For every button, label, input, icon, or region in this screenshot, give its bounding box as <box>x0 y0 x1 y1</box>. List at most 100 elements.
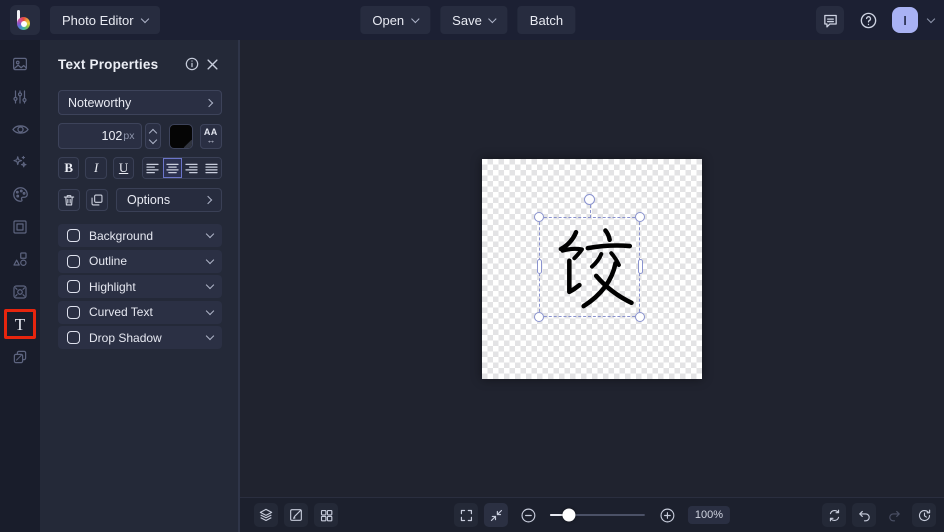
sidebar-item-graphics[interactable] <box>4 244 36 274</box>
grid-view-button[interactable] <box>314 503 338 527</box>
question-mark-icon <box>860 12 876 28</box>
plus-circle-icon <box>659 508 674 522</box>
align-center-button[interactable] <box>162 158 183 178</box>
history-button[interactable] <box>912 503 936 527</box>
checkbox-icon[interactable] <box>67 305 80 319</box>
rotation-handle[interactable] <box>584 193 595 205</box>
app-menu-button[interactable]: Photo Editor <box>50 6 160 34</box>
frames-icon <box>13 219 27 234</box>
resize-handle-right[interactable] <box>637 258 643 274</box>
chevron-down-icon <box>205 255 215 264</box>
toggle-background[interactable]: Background <box>58 224 222 247</box>
sidebar-item-layers[interactable] <box>4 342 36 372</box>
grid-icon <box>320 509 332 521</box>
befunky-logo[interactable] <box>10 5 40 35</box>
save-button[interactable]: Save <box>440 6 508 34</box>
format-row: B I U <box>58 157 222 179</box>
undo-button[interactable] <box>852 503 876 527</box>
align-right-button[interactable] <box>182 158 202 178</box>
touchup-eye-icon <box>11 124 29 134</box>
bottom-left-group <box>254 503 338 527</box>
checkbox-icon[interactable] <box>67 280 80 293</box>
sidebar-item-artsy[interactable] <box>4 179 36 209</box>
zoom-slider[interactable] <box>544 508 651 522</box>
zoom-slider-track[interactable] <box>549 508 645 522</box>
letter-spacing-button[interactable]: AA ↔ <box>199 123 222 149</box>
font-size-value: 102 <box>101 129 123 143</box>
font-size-stepper[interactable] <box>145 123 162 149</box>
text-selection-box[interactable] <box>534 193 645 322</box>
font-family-select[interactable]: Noteworthy <box>58 90 222 115</box>
layers-copy-icon <box>13 350 27 363</box>
redo-button[interactable] <box>882 503 906 527</box>
delete-text-button[interactable] <box>58 189 80 211</box>
resize-handle-top-right[interactable] <box>635 211 645 222</box>
close-icon <box>206 58 218 70</box>
zoom-in-button[interactable] <box>655 503 679 527</box>
zoom-out-button[interactable] <box>516 503 540 527</box>
minus-circle-icon <box>520 508 535 522</box>
resize-handle-left[interactable] <box>536 258 542 274</box>
bold-button[interactable]: B <box>58 157 80 179</box>
canvas[interactable] <box>482 158 702 379</box>
topbar-center: Open Save Batch <box>360 0 576 40</box>
chevron-down-icon <box>410 14 420 23</box>
fullscreen-button[interactable] <box>453 503 478 527</box>
align-justify-icon <box>205 163 218 173</box>
font-family-value: Noteworthy <box>68 95 132 110</box>
sidebar-item-frames[interactable] <box>4 212 36 242</box>
sidebar-item-touchup[interactable] <box>4 114 36 144</box>
fit-to-screen-button[interactable] <box>483 503 508 527</box>
stepper-down-icon <box>149 135 158 144</box>
sidebar-item-effects[interactable] <box>4 147 36 177</box>
size-row: 102 px AA ↔ <box>58 123 222 149</box>
layers-button[interactable] <box>254 503 278 527</box>
befunky-logo-icon <box>17 10 33 30</box>
align-justify-button[interactable] <box>201 158 221 178</box>
workspace <box>240 40 944 497</box>
toggle-highlight[interactable]: Highlight <box>58 275 222 298</box>
edit-canvas-button[interactable] <box>284 503 308 527</box>
zoom-level-badge: 100% <box>687 506 731 524</box>
account-menu-chevron-icon[interactable] <box>926 14 936 23</box>
zoom-slider-thumb[interactable] <box>562 508 576 522</box>
sidebar-item-adjust[interactable] <box>4 82 36 112</box>
text-tool-icon: T <box>14 314 26 334</box>
rotation-stem <box>589 204 591 218</box>
info-button[interactable] <box>182 54 202 74</box>
checkbox-icon[interactable] <box>67 229 80 242</box>
batch-button[interactable]: Batch <box>517 6 576 34</box>
close-panel-button[interactable] <box>202 54 222 74</box>
trash-icon <box>63 195 75 206</box>
underline-button[interactable]: U <box>112 157 135 179</box>
undo-icon <box>858 510 870 521</box>
open-button[interactable]: Open <box>360 6 431 34</box>
history-clock-icon <box>918 509 930 521</box>
reset-button[interactable] <box>822 503 846 527</box>
font-size-input[interactable]: 102 px <box>58 123 143 149</box>
checkbox-icon[interactable] <box>67 254 80 268</box>
alignment-group <box>142 157 222 179</box>
toggle-curved-text[interactable]: Curved Text <box>58 300 222 324</box>
fit-screen-icon <box>490 509 502 521</box>
toggle-outline[interactable]: Outline <box>58 249 222 273</box>
avatar[interactable]: I <box>892 7 918 33</box>
resize-handle-top-left[interactable] <box>534 211 544 222</box>
help-button[interactable] <box>854 6 882 34</box>
resize-handle-bottom-left[interactable] <box>534 311 544 322</box>
sidebar-item-text[interactable]: T <box>4 309 36 339</box>
toggle-drop-shadow[interactable]: Drop Shadow <box>58 326 222 349</box>
sidebar-item-edit[interactable] <box>4 49 36 79</box>
italic-button[interactable]: I <box>85 157 107 179</box>
text-color-swatch[interactable] <box>169 123 193 149</box>
content: T Text Properties Noteworthy 102 px AA ↔… <box>0 40 944 532</box>
sidebar-item-textures[interactable] <box>4 277 36 307</box>
options-button[interactable]: Options <box>116 188 222 212</box>
checkbox-icon[interactable] <box>67 331 80 344</box>
duplicate-text-button[interactable] <box>86 189 108 211</box>
feedback-chat-button[interactable] <box>816 6 844 34</box>
align-right-icon <box>185 163 198 173</box>
align-left-button[interactable] <box>143 158 163 178</box>
artsy-palette-icon <box>12 186 28 202</box>
resize-handle-bottom-right[interactable] <box>635 311 645 322</box>
